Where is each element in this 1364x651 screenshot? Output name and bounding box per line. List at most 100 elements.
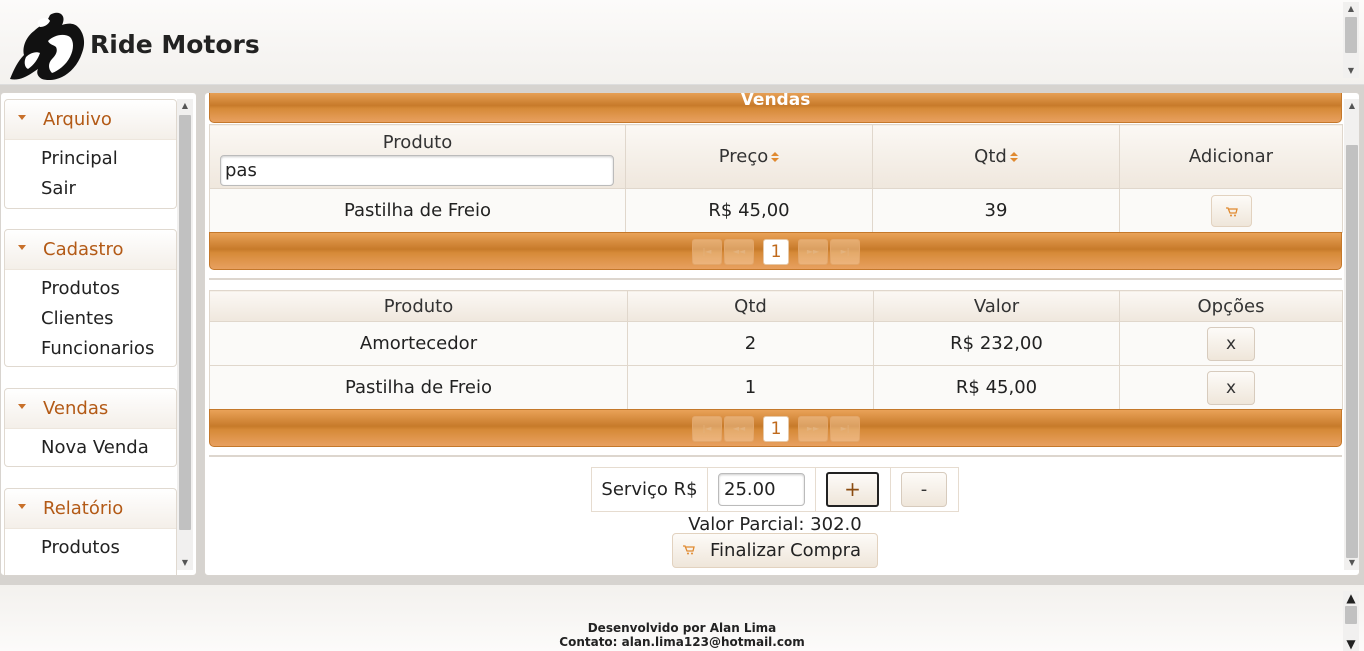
column-header-opcoes: Opções bbox=[1119, 290, 1343, 322]
cell-produto: Amortecedor bbox=[209, 321, 628, 366]
scroll-up-arrow-icon[interactable]: ▲ bbox=[1343, 591, 1359, 605]
menu-item-principal[interactable]: Principal bbox=[5, 144, 176, 174]
menu-group-header-arquivo[interactable]: Arquivo bbox=[5, 100, 176, 140]
footer: Desenvolvido por Alan Lima Contato: alan… bbox=[0, 585, 1364, 651]
next-page-button[interactable]: ►► bbox=[798, 239, 828, 265]
collapse-triangle-icon[interactable] bbox=[18, 245, 26, 250]
brand-title: Ride Motors bbox=[90, 30, 260, 59]
products-pagination: |◄ ◄◄ 1 ►► ►| bbox=[209, 232, 1342, 270]
table-row: Amortecedor 2 R$ 232,00 x bbox=[209, 321, 1343, 366]
panel-title-bar: Vendas bbox=[209, 92, 1342, 123]
page-number-button[interactable]: 1 bbox=[763, 239, 789, 265]
menu-item-nova-venda[interactable]: Nova Venda bbox=[5, 433, 176, 463]
scroll-up-arrow-icon[interactable]: ▲ bbox=[177, 99, 193, 113]
column-header-preco[interactable]: Preço bbox=[625, 124, 873, 189]
finish-purchase-button[interactable]: Finalizar Compra bbox=[672, 533, 878, 568]
divider bbox=[209, 455, 1342, 457]
menu-item-produtos[interactable]: Produtos bbox=[5, 274, 176, 304]
side-menu: Arquivo Principal Sair Cadastro Produtos… bbox=[0, 92, 197, 576]
menu-item-clientes[interactable]: Clientes bbox=[5, 304, 176, 334]
product-filter-input[interactable]: pas bbox=[220, 154, 614, 186]
column-header-qtd: Qtd bbox=[627, 290, 874, 322]
sort-icon[interactable] bbox=[1009, 152, 1018, 162]
menu-group-relatorio: Relatório Produtos bbox=[4, 488, 177, 575]
cell-qtd: 2 bbox=[627, 321, 874, 366]
column-header-adicionar: Adicionar bbox=[1119, 124, 1343, 189]
footer-author: Desenvolvido por Alan Lima bbox=[587, 621, 777, 635]
scroll-down-arrow-icon[interactable]: ▼ bbox=[177, 556, 193, 570]
divider bbox=[209, 278, 1342, 280]
cell-produto: Pastilha de Freio bbox=[209, 188, 626, 233]
collapse-triangle-icon[interactable] bbox=[18, 115, 26, 120]
last-page-button[interactable]: ►| bbox=[830, 239, 860, 265]
column-title: Qtd bbox=[974, 146, 1007, 167]
cart-icon bbox=[1225, 206, 1238, 216]
scroll-up-arrow-icon[interactable]: ▲ bbox=[1343, 2, 1359, 16]
first-page-button[interactable]: |◄ bbox=[692, 239, 722, 265]
cell-preco: R$ 45,00 bbox=[625, 188, 873, 233]
sales-panel: Vendas Produto pas Preço Qtd Adicionar P… bbox=[204, 92, 1360, 576]
add-to-cart-button[interactable] bbox=[1210, 194, 1252, 227]
menu-group-header-cadastro[interactable]: Cadastro bbox=[5, 230, 176, 270]
prev-page-button[interactable]: ◄◄ bbox=[724, 416, 754, 442]
menu-group-title: Relatório bbox=[43, 498, 124, 519]
cart-icon bbox=[683, 545, 695, 555]
table-row: Pastilha de Freio R$ 45,00 39 bbox=[209, 188, 1343, 233]
prev-page-button[interactable]: ◄◄ bbox=[724, 239, 754, 265]
menu-item-funcionarios[interactable]: Funcionarios bbox=[5, 334, 176, 364]
last-page-button[interactable]: ►| bbox=[830, 416, 860, 442]
scroll-down-arrow-icon[interactable]: ▼ bbox=[1343, 637, 1359, 651]
scroll-down-arrow-icon[interactable]: ▼ bbox=[1343, 64, 1359, 78]
panel-title: Vendas bbox=[740, 92, 811, 110]
column-header-qtd[interactable]: Qtd bbox=[872, 124, 1120, 189]
remove-service-button[interactable]: - bbox=[901, 472, 947, 507]
service-fee-input[interactable]: 25.00 bbox=[718, 473, 805, 506]
collapse-triangle-icon[interactable] bbox=[18, 404, 26, 409]
first-page-button[interactable]: |◄ bbox=[692, 416, 722, 442]
collapse-triangle-icon[interactable] bbox=[18, 504, 26, 509]
page-number-button[interactable]: 1 bbox=[763, 416, 789, 442]
menu-group-header-vendas[interactable]: Vendas bbox=[5, 389, 176, 429]
partial-total: Valor Parcial: 302.0 bbox=[688, 514, 862, 535]
service-fee-row: Serviço R$ 25.00 + - bbox=[591, 467, 959, 512]
remove-item-button[interactable]: x bbox=[1207, 370, 1255, 405]
cart-pagination: |◄ ◄◄ 1 ►► ►| bbox=[209, 409, 1342, 447]
menu-group-title: Vendas bbox=[43, 398, 109, 419]
service-label: Serviço R$ bbox=[592, 468, 708, 511]
cart-table: Produto Qtd Valor Opções Amortecedor 2 R… bbox=[209, 290, 1343, 410]
main-scrollbar[interactable]: ▲ ▼ bbox=[1344, 99, 1359, 570]
menu-group-vendas: Vendas Nova Venda bbox=[4, 388, 177, 467]
menu-scrollbar[interactable]: ▲ ▼ bbox=[177, 99, 193, 570]
cell-opcoes: x bbox=[1119, 321, 1343, 366]
next-page-button[interactable]: ►► bbox=[798, 416, 828, 442]
column-header-valor: Valor bbox=[873, 290, 1120, 322]
cell-opcoes: x bbox=[1119, 365, 1343, 410]
add-service-button[interactable]: + bbox=[826, 472, 879, 507]
header-scrollbar[interactable]: ▲ ▼ bbox=[1343, 2, 1359, 78]
products-table: Produto pas Preço Qtd Adicionar Pastilha… bbox=[209, 124, 1343, 233]
remove-item-button[interactable]: x bbox=[1207, 326, 1255, 361]
menu-group-title: Arquivo bbox=[43, 109, 112, 130]
table-row: Pastilha de Freio 1 R$ 45,00 x bbox=[209, 365, 1343, 410]
scroll-up-arrow-icon[interactable]: ▲ bbox=[1344, 99, 1359, 113]
cell-produto: Pastilha de Freio bbox=[209, 365, 628, 410]
menu-item-relatorio-produtos[interactable]: Produtos bbox=[5, 533, 176, 563]
motorcycle-rider-logo bbox=[10, 12, 85, 81]
scroll-down-arrow-icon[interactable]: ▼ bbox=[1344, 556, 1359, 570]
footer-contact: Contato: alan.lima123@hotmail.com bbox=[559, 635, 805, 649]
finish-purchase-label: Finalizar Compra bbox=[710, 540, 862, 561]
column-title: Adicionar bbox=[1188, 146, 1274, 167]
cell-adicionar bbox=[1119, 188, 1343, 233]
column-title: Produto bbox=[382, 131, 453, 153]
menu-group-header-relatorio[interactable]: Relatório bbox=[5, 489, 176, 529]
menu-item-sair[interactable]: Sair bbox=[5, 174, 176, 204]
cell-valor: R$ 45,00 bbox=[873, 365, 1120, 410]
sort-icon[interactable] bbox=[771, 152, 780, 162]
column-title: Preço bbox=[718, 146, 769, 167]
footer-scrollbar[interactable]: ▲ ▼ bbox=[1343, 591, 1359, 651]
cell-qtd: 1 bbox=[627, 365, 874, 410]
menu-group-cadastro: Cadastro Produtos Clientes Funcionarios bbox=[4, 229, 177, 367]
column-header-produto: Produto pas bbox=[209, 124, 626, 189]
menu-group-arquivo: Arquivo Principal Sair bbox=[4, 99, 177, 209]
column-header-produto: Produto bbox=[209, 290, 628, 322]
